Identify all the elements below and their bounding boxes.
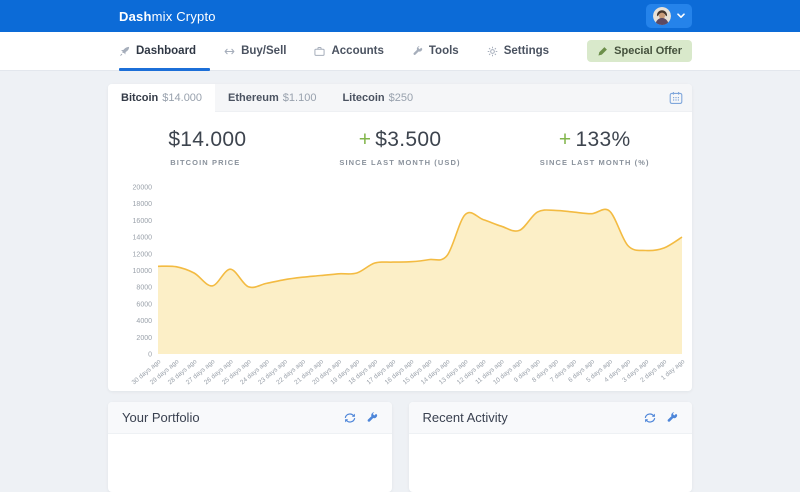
- nav-item-label: Dashboard: [136, 45, 196, 57]
- nav-item-accounts[interactable]: Accounts: [300, 32, 397, 70]
- calendar-icon[interactable]: [660, 84, 692, 111]
- svg-text:4000: 4000: [136, 318, 152, 325]
- svg-text:12000: 12000: [133, 251, 153, 258]
- briefcase-icon: [314, 46, 325, 57]
- gear-icon: [487, 46, 498, 57]
- brand-bold: Dash: [119, 9, 152, 24]
- tabstrip-spacer: [426, 84, 660, 111]
- tab-coin-name: Ethereum: [228, 92, 279, 104]
- nav-item-dashboard[interactable]: Dashboard: [119, 32, 210, 70]
- panel-recent-activity: Recent Activity: [409, 402, 693, 492]
- svg-text:8000: 8000: [136, 285, 152, 292]
- crypto-tabs: Bitcoin $14.000 Ethereum $1.100 Litecoin…: [108, 84, 692, 112]
- tab-coin-price: $250: [389, 92, 413, 104]
- rocket-icon: [119, 46, 130, 57]
- nav-items: Dashboard Buy/Sell Accounts Tools: [119, 32, 563, 70]
- panel-your-portfolio: Your Portfolio: [108, 402, 392, 492]
- tab-coin-price: $1.100: [283, 92, 317, 104]
- nav-item-label: Settings: [504, 45, 549, 57]
- stat-label: BITCOIN PRICE: [108, 158, 303, 167]
- special-offer-label: Special Offer: [614, 45, 682, 57]
- nav-item-label: Buy/Sell: [241, 45, 286, 57]
- svg-text:20000: 20000: [133, 185, 153, 192]
- wrench-icon: [412, 46, 423, 57]
- content-area: Bitcoin $14.000 Ethereum $1.100 Litecoin…: [108, 84, 692, 492]
- wrench-icon[interactable]: [366, 412, 378, 424]
- stat-value: 133%: [576, 128, 631, 151]
- svg-text:18000: 18000: [133, 201, 153, 208]
- user-menu-button[interactable]: [646, 4, 692, 28]
- svg-text:10000: 10000: [133, 268, 153, 275]
- avatar: [653, 7, 671, 25]
- nav-item-label: Accounts: [331, 45, 383, 57]
- special-offer-button[interactable]: Special Offer: [587, 40, 692, 62]
- refresh-icon[interactable]: [344, 412, 356, 424]
- chevron-down-icon: [677, 13, 685, 19]
- nav-item-buy-sell[interactable]: Buy/Sell: [210, 32, 300, 70]
- stats-row: $14.000 BITCOIN PRICE +$3.500 SINCE LAST…: [108, 112, 692, 173]
- tab-coin-name: Bitcoin: [121, 92, 158, 104]
- nav-item-settings[interactable]: Settings: [473, 32, 563, 70]
- nav-item-label: Tools: [429, 45, 459, 57]
- svg-text:0: 0: [148, 352, 152, 359]
- tab-ethereum[interactable]: Ethereum $1.100: [215, 84, 329, 111]
- stat-bitcoin-price: $14.000 BITCOIN PRICE: [108, 128, 303, 167]
- panel-title: Your Portfolio: [122, 410, 200, 425]
- marker-icon: [597, 46, 608, 57]
- stat-change-percent: +133% SINCE LAST MONTH (%): [497, 128, 692, 167]
- bitcoin-price-chart: 2000018000160001400012000100008000600040…: [108, 173, 692, 391]
- tab-bitcoin[interactable]: Bitcoin $14.000: [108, 84, 215, 112]
- panel-header: Your Portfolio: [108, 402, 392, 434]
- tab-litecoin[interactable]: Litecoin $250: [329, 84, 426, 111]
- panel-title: Recent Activity: [423, 410, 508, 425]
- panel-actions: [344, 412, 378, 424]
- wrench-icon[interactable]: [666, 412, 678, 424]
- svg-text:16000: 16000: [133, 218, 153, 225]
- tab-coin-price: $14.000: [162, 92, 202, 104]
- brand[interactable]: Dashmix Crypto: [119, 9, 216, 24]
- area-chart: 2000018000160001400012000100008000600040…: [108, 173, 692, 387]
- bottom-panels: Your Portfolio Recent Activity: [108, 402, 692, 492]
- svg-text:6000: 6000: [136, 301, 152, 308]
- top-header: Dashmix Crypto: [0, 0, 800, 32]
- refresh-icon[interactable]: [644, 412, 656, 424]
- svg-text:2000: 2000: [136, 335, 152, 342]
- stat-value: $3.500: [375, 128, 441, 151]
- stat-change-usd: +$3.500 SINCE LAST MONTH (USD): [303, 128, 498, 167]
- plus-sign: +: [359, 128, 372, 151]
- brand-rest: mix Crypto: [152, 9, 216, 24]
- stat-value: $14.000: [168, 128, 246, 151]
- stat-label: SINCE LAST MONTH (USD): [303, 158, 498, 167]
- svg-text:14000: 14000: [133, 235, 153, 242]
- panel-header: Recent Activity: [409, 402, 693, 434]
- arrows-left-right-icon: [224, 46, 235, 57]
- main-navigation: Dashboard Buy/Sell Accounts Tools: [0, 32, 800, 71]
- panel-actions: [644, 412, 678, 424]
- stat-label: SINCE LAST MONTH (%): [497, 158, 692, 167]
- crypto-overview-card: Bitcoin $14.000 Ethereum $1.100 Litecoin…: [108, 84, 692, 391]
- plus-sign: +: [559, 128, 572, 151]
- nav-item-tools[interactable]: Tools: [398, 32, 473, 70]
- tab-coin-name: Litecoin: [342, 92, 384, 104]
